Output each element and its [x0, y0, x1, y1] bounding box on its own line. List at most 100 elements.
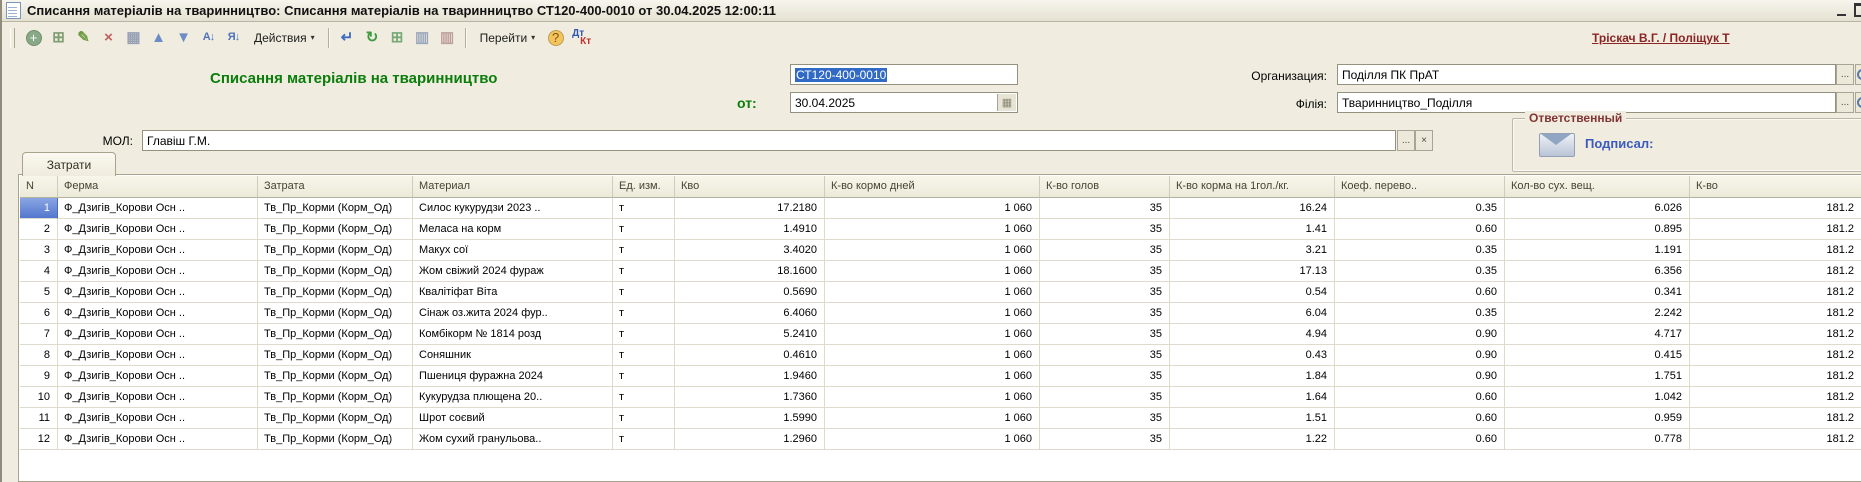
cell-heads[interactable]: 35 — [1040, 303, 1170, 324]
cell-heads[interactable]: 35 — [1040, 282, 1170, 303]
organization-input[interactable]: Поділля ПК ПрАТ — [1337, 64, 1836, 85]
cell-material[interactable]: Пшениця фуражна 2024 — [413, 366, 613, 387]
cell-coef[interactable]: 0.35 — [1335, 198, 1505, 219]
cell-dry_matter[interactable]: 6.026 — [1505, 198, 1690, 219]
table-row[interactable]: 3 Ф_Дзигів_Корови Осн .. Тв_Пр_Корми (Корм… — [20, 240, 1861, 261]
cell-qty[interactable]: 18.1600 — [675, 261, 825, 282]
cell-qty[interactable]: 1.4910 — [675, 219, 825, 240]
cell-per_head[interactable]: 0.54 — [1170, 282, 1335, 303]
cell-dry_matter[interactable]: 2.242 — [1505, 303, 1690, 324]
table-row[interactable]: 1 Ф_Дзигів_Корови Осн .. Тв_Пр_Корми (Корм… — [20, 198, 1861, 219]
cell-dry_matter[interactable]: 1.191 — [1505, 240, 1690, 261]
cell-unit[interactable]: т — [613, 324, 675, 345]
cell-total[interactable]: 181.2 — [1690, 429, 1861, 450]
restore-button[interactable] — [1853, 3, 1861, 18]
cell-unit[interactable]: т — [613, 345, 675, 366]
cell-total[interactable]: 181.2 — [1690, 324, 1861, 345]
cell-total[interactable]: 181.2 — [1690, 261, 1861, 282]
cell-per_head[interactable]: 1.84 — [1170, 366, 1335, 387]
cell-farm[interactable]: Ф_Дзигів_Корови Осн .. — [58, 366, 258, 387]
doc-out-icon[interactable]: ▥ — [436, 26, 459, 49]
cell-heads[interactable]: 35 — [1040, 198, 1170, 219]
cell-feed_days[interactable]: 1 060 — [825, 324, 1040, 345]
cell-feed_days[interactable]: 1 060 — [825, 387, 1040, 408]
cell-dry_matter[interactable]: 1.042 — [1505, 387, 1690, 408]
cell-per_head[interactable]: 1.51 — [1170, 408, 1335, 429]
sort-desc-icon[interactable]: Я↓ — [222, 26, 245, 49]
cell-heads[interactable]: 35 — [1040, 240, 1170, 261]
column-header-feed_days[interactable]: К-во кормо дней — [825, 176, 1040, 198]
cell-cost_item[interactable]: Тв_Пр_Корми (Корм_Од) — [258, 282, 413, 303]
table-row[interactable]: 7 Ф_Дзигів_Корови Осн .. Тв_Пр_Корми (Корм… — [20, 324, 1861, 345]
move-up-icon[interactable]: ▲ — [147, 26, 170, 49]
tab-zatraty[interactable]: Затрати — [22, 152, 116, 176]
table-row[interactable]: 2 Ф_Дзигів_Корови Осн .. Тв_Пр_Корми (Корм… — [20, 219, 1861, 240]
cell-cost_item[interactable]: Тв_Пр_Корми (Корм_Од) — [258, 240, 413, 261]
mol-input[interactable]: Главіш Г.М. — [142, 130, 1396, 151]
cell-unit[interactable]: т — [613, 240, 675, 261]
column-header-farm[interactable]: Ферма — [58, 176, 258, 198]
cell-qty[interactable]: 6.4060 — [675, 303, 825, 324]
cell-unit[interactable]: т — [613, 366, 675, 387]
column-header-per_head[interactable]: К-во корма на 1гол./кг. — [1170, 176, 1335, 198]
cell-dry_matter[interactable]: 1.751 — [1505, 366, 1690, 387]
mol-clear-button[interactable]: × — [1415, 130, 1433, 151]
cell-cost_item[interactable]: Тв_Пр_Корми (Корм_Од) — [258, 345, 413, 366]
cell-cost_item[interactable]: Тв_Пр_Корми (Корм_Од) — [258, 324, 413, 345]
cell-unit[interactable]: т — [613, 303, 675, 324]
cell-total[interactable]: 181.2 — [1690, 408, 1861, 429]
branch-lookup-button[interactable]: ... — [1836, 92, 1854, 113]
column-header-heads[interactable]: К-во голов — [1040, 176, 1170, 198]
cell-material[interactable]: Комбікорм № 1814 розд — [413, 324, 613, 345]
cell-heads[interactable]: 35 — [1040, 366, 1170, 387]
cell-qty[interactable]: 0.4610 — [675, 345, 825, 366]
column-header-dry_matter[interactable]: Кол-во сух. вещ. — [1505, 176, 1690, 198]
cell-total[interactable]: 181.2 — [1690, 387, 1861, 408]
cell-per_head[interactable]: 1.64 — [1170, 387, 1335, 408]
actions-menu-button[interactable]: Действия ▾ — [247, 28, 322, 48]
column-header-unit[interactable]: Ед. изм. — [613, 176, 675, 198]
organization-lookup-button[interactable]: ... — [1836, 64, 1854, 85]
cell-per_head[interactable]: 1.22 — [1170, 429, 1335, 450]
branch-input[interactable]: Тваринництво_Поділля — [1337, 92, 1836, 113]
cell-qty[interactable]: 0.5690 — [675, 282, 825, 303]
column-header-material[interactable]: Материал — [413, 176, 613, 198]
cell-material[interactable]: Шрот соєвий — [413, 408, 613, 429]
cell-coef[interactable]: 0.90 — [1335, 366, 1505, 387]
toolbar-grip[interactable] — [10, 27, 15, 48]
table-row[interactable]: 11 Ф_Дзигів_Корови Осн .. Тв_Пр_Корми (Кор… — [20, 408, 1861, 429]
cell-feed_days[interactable]: 1 060 — [825, 366, 1040, 387]
document-number-input[interactable]: СТ120-400-0010 — [790, 64, 1018, 85]
cell-heads[interactable]: 35 — [1040, 324, 1170, 345]
cell-dry_matter[interactable]: 0.415 — [1505, 345, 1690, 366]
column-header-n[interactable]: N — [20, 176, 58, 198]
minimize-button[interactable] — [1834, 3, 1849, 18]
cell-qty[interactable]: 1.9460 — [675, 366, 825, 387]
mol-lookup-button[interactable]: ... — [1397, 130, 1415, 151]
cell-farm[interactable]: Ф_Дзигів_Корови Осн .. — [58, 324, 258, 345]
cell-qty[interactable]: 3.4020 — [675, 240, 825, 261]
cell-coef[interactable]: 0.90 — [1335, 345, 1505, 366]
cell-coef[interactable]: 0.60 — [1335, 429, 1505, 450]
cell-coef[interactable]: 0.35 — [1335, 240, 1505, 261]
cell-farm[interactable]: Ф_Дзигів_Корови Осн .. — [58, 282, 258, 303]
cell-farm[interactable]: Ф_Дзигів_Корови Осн .. — [58, 387, 258, 408]
cell-coef[interactable]: 0.60 — [1335, 282, 1505, 303]
cell-per_head[interactable]: 6.04 — [1170, 303, 1335, 324]
cell-feed_days[interactable]: 1 060 — [825, 198, 1040, 219]
save-icon[interactable]: ▦ — [122, 26, 145, 49]
cell-n[interactable]: 2 — [20, 219, 58, 240]
cell-n[interactable]: 10 — [20, 387, 58, 408]
cell-farm[interactable]: Ф_Дзигів_Корови Осн .. — [58, 303, 258, 324]
cell-cost_item[interactable]: Тв_Пр_Корми (Корм_Од) — [258, 408, 413, 429]
cell-feed_days[interactable]: 1 060 — [825, 345, 1040, 366]
cell-feed_days[interactable]: 1 060 — [825, 240, 1040, 261]
table-row[interactable]: 12 Ф_Дзигів_Корови Осн .. Тв_Пр_Корми (Кор… — [20, 429, 1861, 450]
cell-coef[interactable]: 0.60 — [1335, 408, 1505, 429]
new-doc-icon[interactable]: ⊞ — [386, 26, 409, 49]
cell-total[interactable]: 181.2 — [1690, 219, 1861, 240]
cell-qty[interactable]: 1.2960 — [675, 429, 825, 450]
cell-n[interactable]: 4 — [20, 261, 58, 282]
cell-farm[interactable]: Ф_Дзигів_Корови Осн .. — [58, 219, 258, 240]
help-icon[interactable]: ? — [544, 26, 567, 49]
